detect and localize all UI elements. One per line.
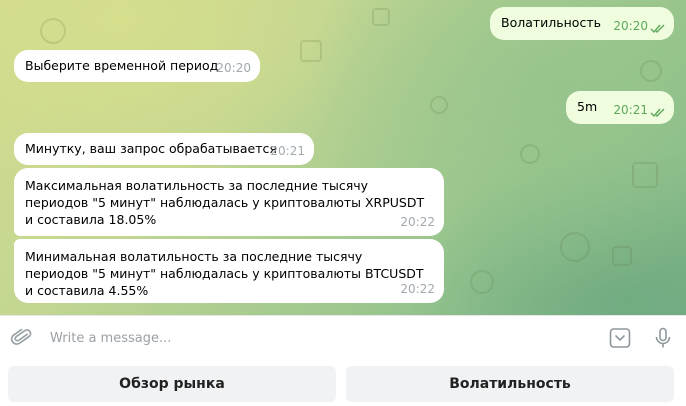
message-input[interactable] xyxy=(48,326,552,350)
background-doodle xyxy=(372,8,390,26)
background-doodle xyxy=(430,96,448,114)
message-text: 5m xyxy=(577,99,598,114)
message-text: Максимальная волатильность за последние … xyxy=(25,178,425,227)
background-doodle xyxy=(520,144,540,164)
incoming-message[interactable]: Максимальная волатильность за последние … xyxy=(14,168,444,236)
background-doodle xyxy=(612,246,632,266)
message-text: Минимальная волатильность за последние т… xyxy=(25,249,424,298)
message-input-bar xyxy=(0,315,686,359)
background-doodle xyxy=(632,162,658,188)
incoming-message[interactable]: Выберите временной период 20:20 xyxy=(14,50,260,82)
incoming-message[interactable]: Минимальная волатильность за последние т… xyxy=(14,239,444,303)
message-time: 20:21 xyxy=(270,144,305,158)
background-doodle xyxy=(640,60,662,82)
message-time: 20:22 xyxy=(400,282,435,296)
message-text: Волатильность xyxy=(501,15,601,30)
background-doodle xyxy=(300,40,322,62)
paperclip-icon[interactable] xyxy=(10,326,34,350)
message-time: 20:20 xyxy=(613,19,648,33)
bot-keyboard-icon[interactable] xyxy=(608,326,632,350)
message-time: 20:22 xyxy=(400,215,435,229)
market-overview-button[interactable]: Обзор рынка xyxy=(8,366,336,402)
background-doodle xyxy=(560,232,590,262)
message-time: 20:20 xyxy=(216,61,251,75)
chat-area: Волатильность 20:20 Выберите временной п… xyxy=(0,0,686,315)
bot-keyboard: Обзор рынка Волатильность xyxy=(0,359,686,406)
background-doodle xyxy=(470,270,494,294)
double-check-icon xyxy=(650,24,665,33)
message-time: 20:21 xyxy=(613,103,648,117)
outgoing-message[interactable]: Волатильность 20:20 xyxy=(490,7,674,40)
message-text: Минутку, ваш запрос обрабатывается xyxy=(25,141,277,156)
double-check-icon xyxy=(650,108,665,117)
outgoing-message[interactable]: 5m 20:21 xyxy=(566,91,674,124)
message-text: Выберите временной период xyxy=(25,58,219,73)
background-doodle xyxy=(40,18,66,44)
volatility-button[interactable]: Волатильность xyxy=(346,366,674,402)
incoming-message[interactable]: Минутку, ваш запрос обрабатывается 20:21 xyxy=(14,133,314,165)
microphone-icon[interactable] xyxy=(651,326,675,350)
